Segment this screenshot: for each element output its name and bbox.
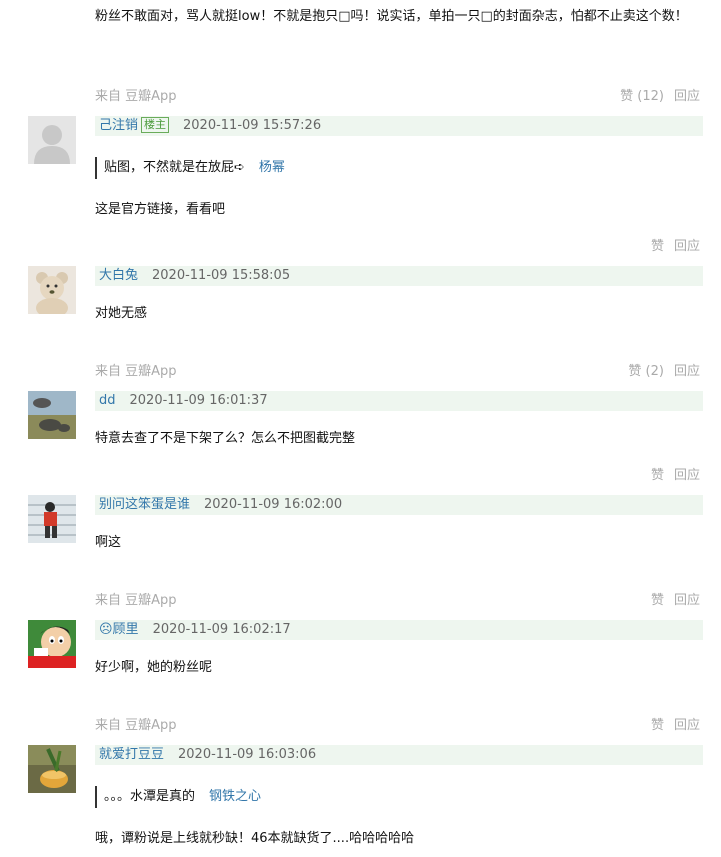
comment-time: 2020-11-09 15:57:26 [183,118,322,133]
author-link[interactable]: 别问这笨蛋是谁 [99,497,190,512]
comment-time: 2020-11-09 15:58:05 [152,268,291,283]
reply-button[interactable]: 回应 [674,468,700,483]
source-label: 来自 豆瓣App [95,364,177,379]
avatar-drink[interactable] [28,745,76,793]
avatar-default[interactable] [28,116,76,164]
avatar-teddy-bear[interactable] [28,266,76,314]
person-on-stairs-image [28,495,76,543]
comment-meta-row: 赞回应 [95,466,700,486]
author-link[interactable]: 己注销 [99,118,138,133]
comment-meta-row: 来自 豆瓣App 赞 (12) 回应 [95,87,700,107]
like-button[interactable]: 赞 [651,718,664,733]
like-button[interactable]: 赞 (2) [628,364,664,379]
comment-header: 己注销 楼主 2020-11-09 15:57:26 [95,116,703,136]
reply-button[interactable]: 回应 [674,593,700,608]
default-user-icon [28,116,76,164]
comment-meta-row: 来自 豆瓣App 赞回应 [95,591,700,611]
cartoon-avatar-image [28,620,76,668]
like-button[interactable]: 赞 [651,239,664,254]
comment-header: 别问这笨蛋是谁 2020-11-09 16:02:00 [95,495,703,515]
comment-header: ☹顾里 2020-11-09 16:02:17 [95,620,703,640]
comment-time: 2020-11-09 16:01:37 [129,393,268,408]
op-badge: 楼主 [141,117,170,133]
comment-text: 好少啊，她的粉丝呢 [95,660,213,675]
comment-text: 对她无感 [95,306,148,321]
source-label: 来自 豆瓣App [95,593,177,608]
like-button[interactable]: 赞 [651,593,664,608]
comment-text: 哦，谭粉说是上线就秒缺！46本就缺货了....哈哈哈哈哈 [95,831,415,846]
quote-text: 。。。水潭是真的 [104,789,196,804]
quote-author-link[interactable]: 杨幂 [259,160,285,175]
comment-header: 就爱打豆豆 2020-11-09 16:03:06 [95,745,703,765]
teddy-bear-image [28,266,76,314]
quoted-reply: 。。。水潭是真的 钢铁之心 [95,786,261,808]
comment-meta-row: 来自 豆瓣App 赞 (2) 回应 [95,362,700,382]
comment-header: 大白兔 2020-11-09 15:58:05 [95,266,703,286]
avatar-elephants[interactable] [28,391,76,439]
reply-button[interactable]: 回应 [674,89,700,104]
comment-text: 这是官方链接，看看吧 [95,202,226,217]
comment-meta-row: 来自 豆瓣App 赞回应 [95,716,700,736]
comment-time: 2020-11-09 16:02:00 [204,497,343,512]
comment-text: 啊这 [95,535,122,550]
author-link[interactable]: dd [99,393,116,408]
comment-header: dd 2020-11-09 16:01:37 [95,391,703,411]
reply-button[interactable]: 回应 [674,364,700,379]
like-button[interactable]: 赞 (12) [620,89,664,104]
author-link[interactable]: ☹顾里 [99,622,139,637]
avatar-cartoon[interactable] [28,620,76,668]
quote-text: 贴图，不然就是在放屁➪ [104,160,245,175]
drink-image [28,745,76,793]
source-label: 来自 豆瓣App [95,718,177,733]
reply-button[interactable]: 回应 [674,718,700,733]
reply-button[interactable]: 回应 [674,239,700,254]
author-link[interactable]: 大白兔 [99,268,138,283]
quoted-reply: 贴图，不然就是在放屁➪ 杨幂 [95,157,285,179]
comment-time: 2020-11-09 16:02:17 [152,622,291,637]
quote-author-link[interactable]: 钢铁之心 [209,789,261,804]
avatar-person-stairs[interactable] [28,495,76,543]
source-label: 来自 豆瓣App [95,89,177,104]
elephants-image [28,391,76,439]
author-link[interactable]: 就爱打豆豆 [99,747,164,762]
comment-meta-row: 赞回应 [95,237,700,257]
like-button[interactable]: 赞 [651,468,664,483]
comment-time: 2020-11-09 16:03:06 [178,747,317,762]
comment-text: 特意去查了不是下架了么？怎么不把图截完整 [95,431,356,446]
comment-text-intro: 粉丝不敢面对，骂人就挺low！不就是抱只□吗！说实话，单拍一只□的封面杂志，怕都… [95,9,688,24]
